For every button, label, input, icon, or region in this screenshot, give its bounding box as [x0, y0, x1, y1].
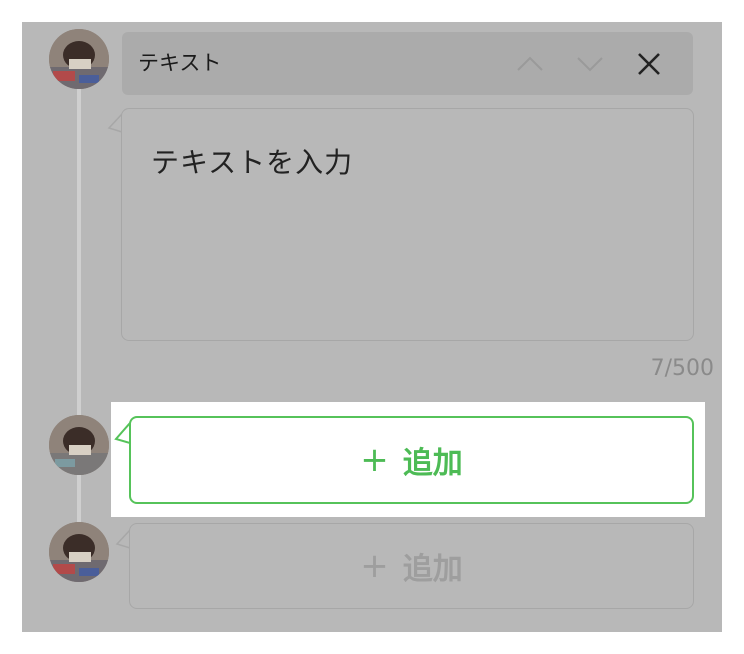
add-button-label: 追加	[402, 552, 463, 587]
char-limit: /500	[664, 356, 714, 381]
chevron-down-icon	[577, 57, 603, 72]
move-up-button[interactable]	[514, 48, 546, 80]
add-button-label: 追加	[402, 446, 463, 481]
text-block-header: テキスト	[122, 32, 693, 95]
thread-connector-line	[77, 88, 81, 544]
text-input-area[interactable]: テキストを入力	[121, 108, 694, 341]
chevron-up-icon	[517, 56, 543, 71]
avatar[interactable]	[49, 29, 109, 89]
plus-icon: +	[360, 440, 389, 480]
message-text: テキストを入力	[151, 146, 354, 179]
avatar[interactable]	[49, 415, 109, 475]
close-button[interactable]	[633, 48, 665, 80]
block-title: テキスト	[138, 51, 222, 75]
plus-icon: +	[360, 546, 389, 586]
char-counter: 7/500	[514, 356, 714, 381]
avatar[interactable]	[49, 522, 109, 582]
add-button[interactable]: + 追加	[129, 416, 694, 504]
bubble-tail	[114, 422, 130, 444]
add-button-disabled[interactable]: + 追加	[129, 523, 694, 609]
move-down-button[interactable]	[574, 48, 606, 80]
char-count: 7	[650, 356, 665, 381]
close-icon	[638, 53, 660, 75]
